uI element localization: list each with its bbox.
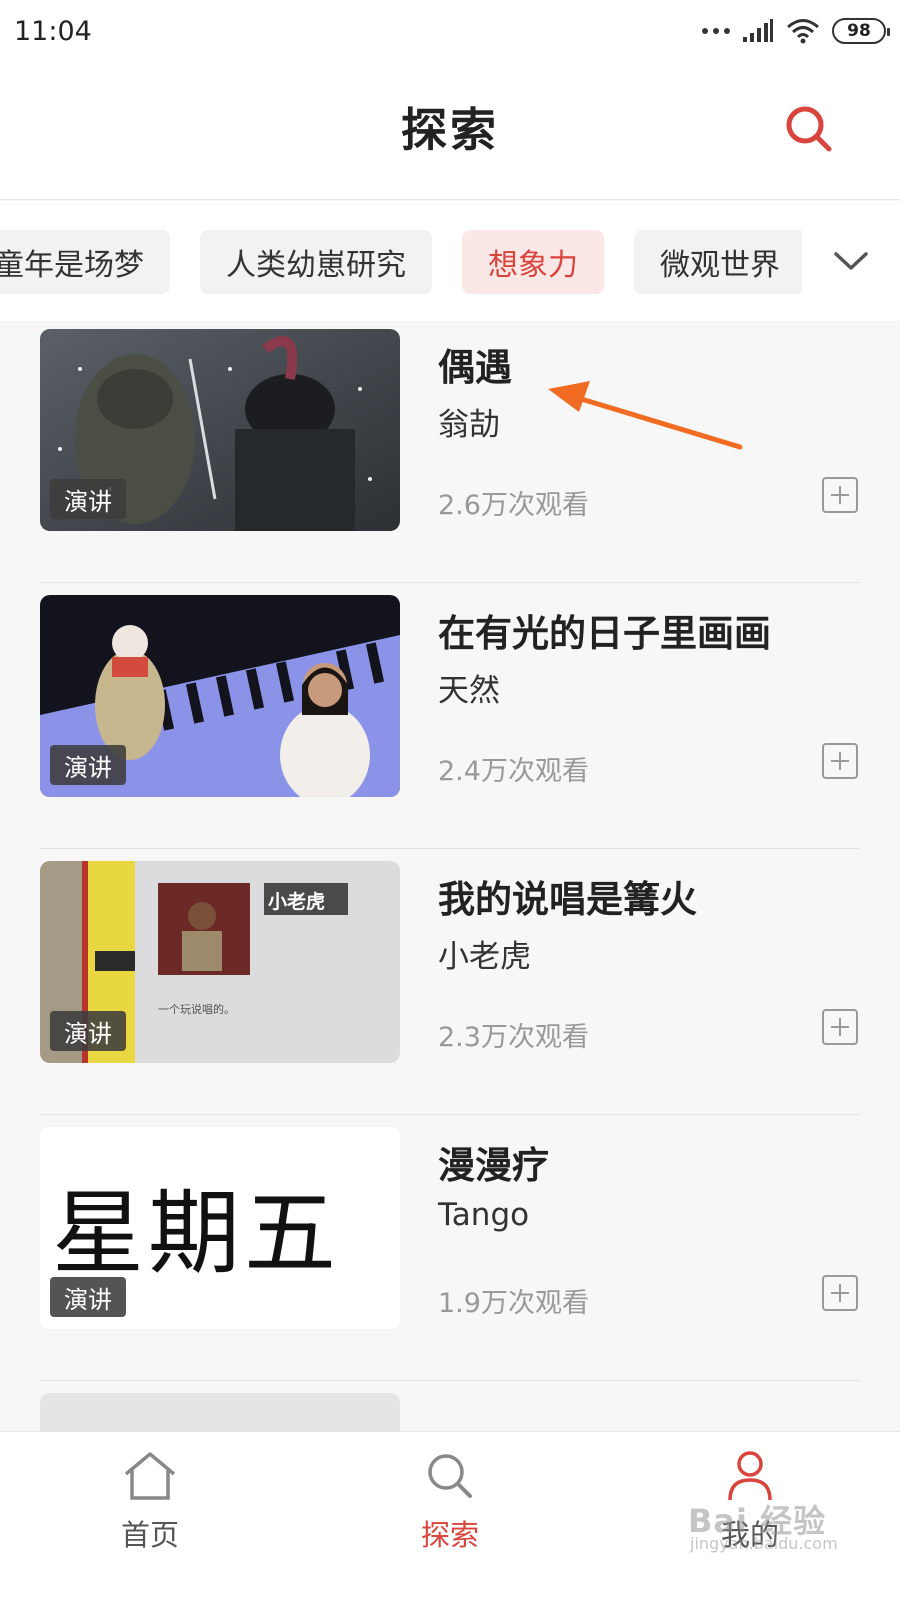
status-bar: 11:04 98 (0, 0, 900, 62)
view-count: 1.9万次观看 (438, 1288, 589, 1319)
plus-icon (831, 752, 849, 770)
thumbnail[interactable]: 星期五 演讲 (40, 1127, 400, 1329)
search-icon (428, 1454, 472, 1498)
thumbnail-subcaption: 一个玩说唱的。 (158, 1003, 235, 1016)
list-item[interactable]: 演讲 在有光的日子里画画 天然 2.4万次观看 (40, 579, 860, 849)
speaker-name: 翁劼 (438, 407, 500, 443)
signal-icon (743, 19, 773, 42)
talk-title[interactable]: 偶遇 (438, 337, 512, 391)
plus-icon (831, 486, 849, 504)
thumbnail-caption: 小老虎 (268, 891, 326, 913)
category-tag: 演讲 (50, 1277, 126, 1317)
watermark-url: jingyan.baidu.com (690, 1534, 838, 1553)
app-header: 探索 (0, 62, 900, 200)
view-count: 2.6万次观看 (438, 490, 589, 521)
add-button[interactable] (822, 477, 858, 513)
category-bar: 童年是场梦 人类幼崽研究 想象力 微观世界 (0, 201, 900, 321)
category-tag: 演讲 (50, 1011, 126, 1051)
add-button[interactable] (822, 1275, 858, 1311)
talk-title[interactable]: 在有光的日子里画画 (438, 603, 771, 657)
thumbnail[interactable]: 小老虎 一个玩说唱的。 演讲 (40, 861, 400, 1063)
category-chip[interactable]: 童年是场梦 (0, 230, 170, 294)
thumbnail[interactable]: 演讲 (40, 595, 400, 797)
category-tag: 演讲 (50, 479, 126, 519)
category-chip-active[interactable]: 想象力 (462, 230, 604, 294)
home-icon (124, 1452, 176, 1500)
nav-home[interactable]: 首页 (0, 1432, 300, 1600)
nav-label: 首页 (120, 1518, 179, 1552)
add-button[interactable] (822, 743, 858, 779)
speaker-name: 天然 (438, 673, 500, 709)
category-chips: 童年是场梦 人类幼崽研究 想象力 微观世界 (0, 230, 806, 294)
speaker-name: 小老虎 (438, 939, 531, 975)
list-item[interactable]: 星期五 演讲 漫漫疗 Tango 1.9万次观看 (40, 1111, 860, 1381)
category-chip[interactable]: 人类幼崽研究 (200, 230, 432, 294)
expand-categories-button[interactable] (802, 201, 900, 321)
thumbnail[interactable]: 演讲 (40, 329, 400, 531)
status-time: 11:04 (14, 15, 92, 47)
speaker-name: Tango (438, 1197, 530, 1233)
search-button[interactable] (780, 100, 838, 158)
add-button[interactable] (822, 1009, 858, 1045)
nav-explore[interactable]: 探索 (300, 1432, 600, 1600)
talk-list: 演讲 偶遇 翁劼 2.6万次观看 演讲 在有光的日子里画画 天然 2.4万次观看… (0, 321, 900, 1431)
talk-title[interactable]: 我的说唱是篝火 (438, 869, 697, 923)
nav-label: 探索 (420, 1518, 479, 1552)
search-icon (786, 106, 832, 152)
view-count: 2.4万次观看 (438, 756, 589, 787)
page-title: 探索 (401, 103, 499, 157)
plus-icon (831, 1284, 849, 1302)
battery-indicator: 98 (832, 18, 890, 44)
thumbnail-text: 星期五 (52, 1180, 341, 1287)
more-dots-icon (702, 28, 730, 34)
talk-title[interactable]: 漫漫疗 (438, 1135, 549, 1189)
partial-list-item[interactable] (40, 1393, 400, 1431)
list-item[interactable]: 演讲 偶遇 翁劼 2.6万次观看 (40, 321, 860, 583)
user-icon (728, 1451, 772, 1501)
view-count: 2.3万次观看 (438, 1022, 589, 1053)
category-chip[interactable]: 微观世界 (634, 230, 806, 294)
wifi-icon (787, 19, 819, 44)
category-tag: 演讲 (50, 745, 126, 785)
plus-icon (831, 1018, 849, 1036)
chevron-down-icon (834, 252, 868, 270)
status-icons: 98 (702, 18, 890, 44)
list-item[interactable]: 小老虎 一个玩说唱的。 演讲 我的说唱是篝火 小老虎 2.3万次观看 (40, 845, 860, 1115)
